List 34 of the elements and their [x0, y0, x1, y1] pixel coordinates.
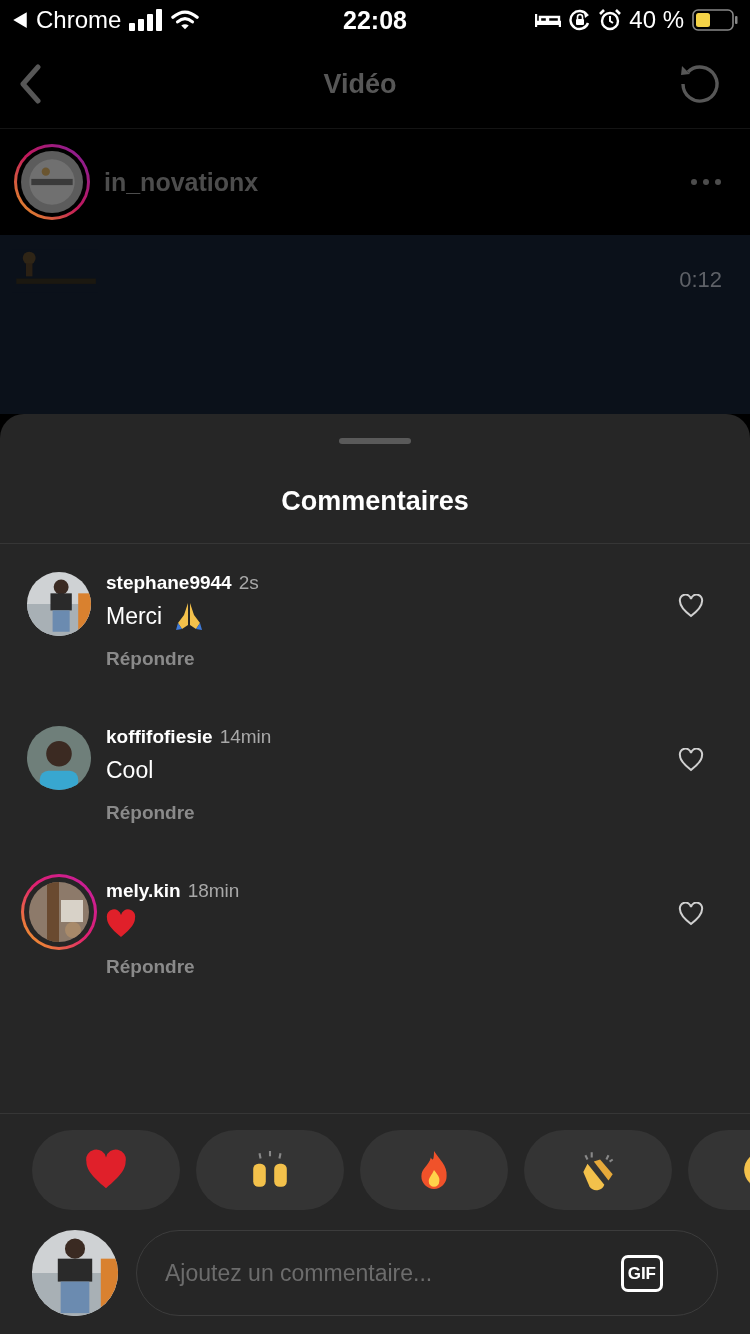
bed-icon — [535, 12, 562, 28]
comment-text: Merci — [106, 602, 163, 630]
like-heart-icon[interactable] — [678, 902, 704, 926]
wifi-icon — [171, 9, 200, 31]
back-app-label[interactable]: Chrome — [36, 6, 122, 34]
alarm-icon — [599, 9, 622, 31]
praying-hands-icon — [174, 601, 205, 631]
battery-percent: 40 % — [629, 6, 684, 34]
status-time: 22:08 — [343, 5, 407, 35]
sheet-handle[interactable] — [339, 438, 411, 444]
gif-button[interactable]: GIF — [620, 1254, 663, 1292]
comment-text: Cool — [106, 756, 154, 784]
reply-button[interactable]: Répondre — [106, 802, 195, 824]
reply-button[interactable]: Répondre — [106, 648, 195, 670]
comment-time: 14min — [219, 726, 272, 748]
comment-time: 18min — [187, 880, 240, 902]
commenter-username[interactable]: koffifofiesie — [106, 726, 213, 748]
back-arrow-icon[interactable] — [12, 11, 28, 29]
comment-time: 2s — [238, 572, 259, 594]
rotation-lock-icon — [569, 9, 592, 31]
sheet-title: Commentaires — [0, 444, 750, 544]
refresh-icon[interactable] — [678, 62, 722, 106]
video-duration: 0:12 — [679, 267, 722, 293]
commenter-username[interactable]: mely.kin — [106, 880, 181, 902]
commenter-username[interactable]: stephane9944 — [106, 572, 232, 594]
back-chevron-icon[interactable] — [18, 64, 42, 104]
heart-emoji-icon — [106, 909, 136, 939]
signal-icon — [129, 9, 164, 31]
reply-button[interactable]: Répondre — [106, 956, 195, 978]
heart-emoji-icon — [85, 1149, 127, 1191]
page-title: Vidéo — [323, 68, 397, 100]
like-heart-icon[interactable] — [678, 748, 704, 772]
like-heart-icon[interactable] — [678, 594, 704, 618]
battery-icon — [692, 9, 738, 31]
